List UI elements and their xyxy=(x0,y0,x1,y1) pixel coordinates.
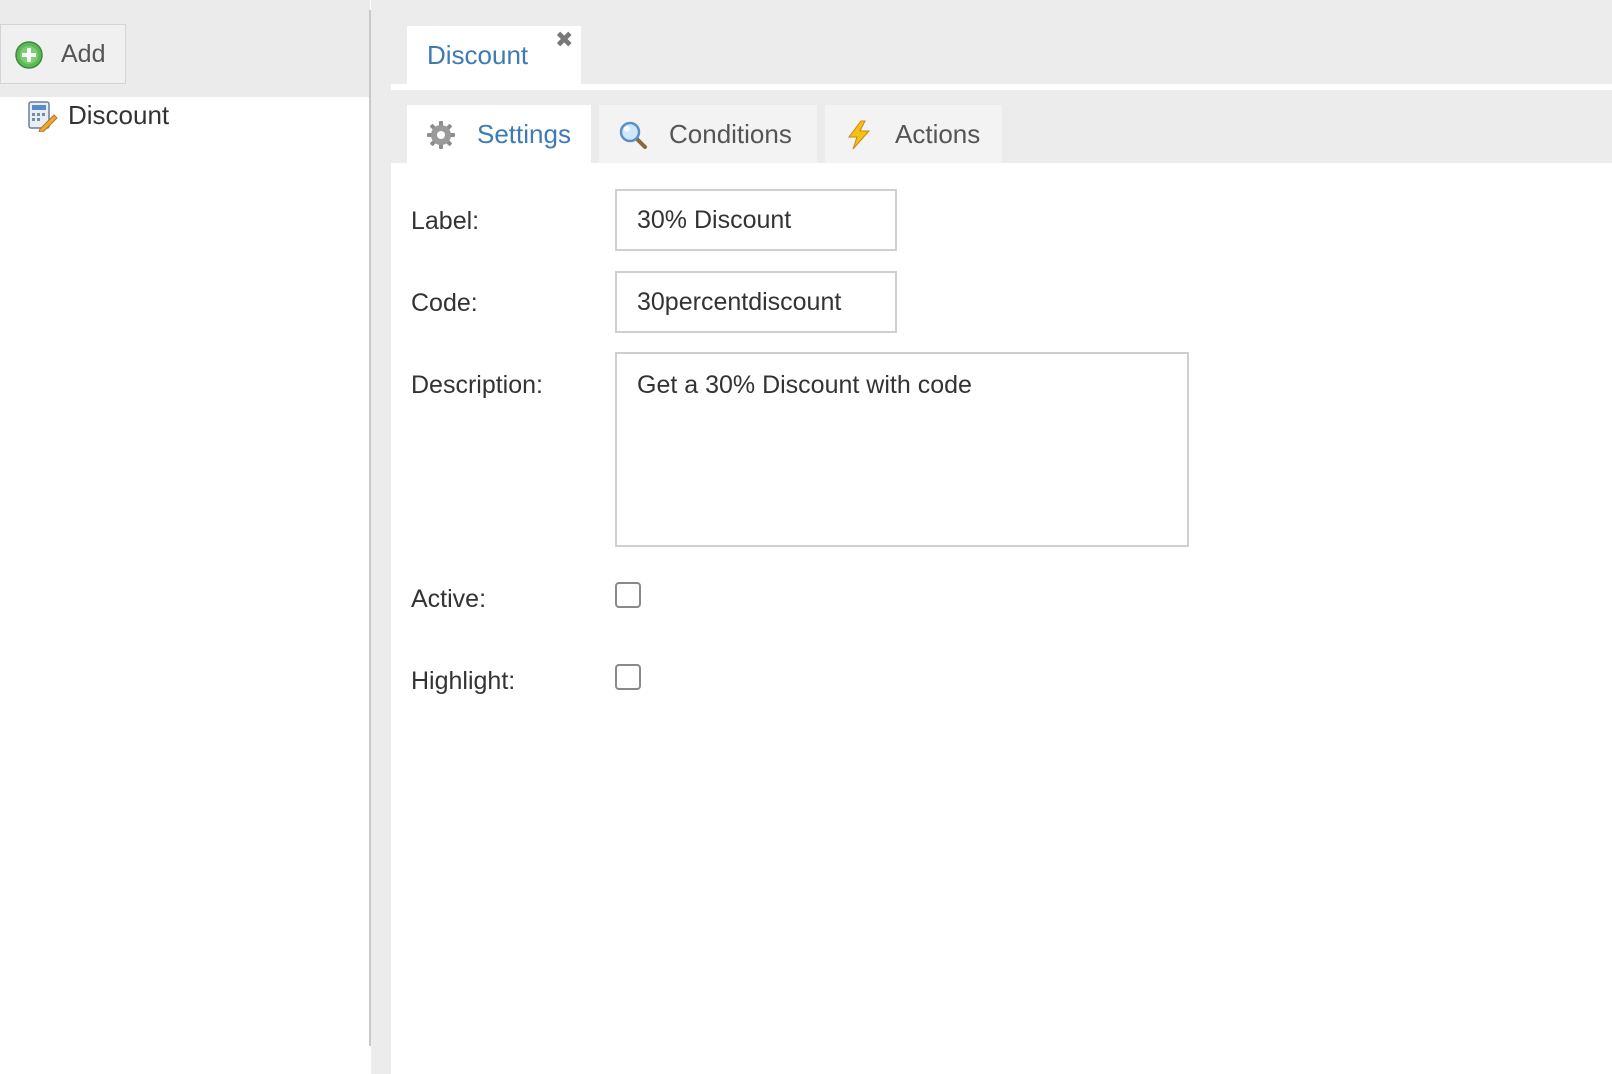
tab-conditions[interactable]: Conditions xyxy=(599,105,817,163)
lightning-icon xyxy=(848,120,871,150)
tab-settings[interactable]: Settings xyxy=(407,105,591,163)
splitter-gutter xyxy=(371,0,391,1074)
description-textarea[interactable]: Get a 30% Discount with code xyxy=(615,352,1189,547)
magnifier-icon xyxy=(619,121,647,149)
tab-actions-label: Actions xyxy=(895,119,981,149)
left-panel: Add Discount xyxy=(0,0,370,1074)
highlight-field-label: Highlight: xyxy=(411,667,516,695)
code-field-label: Code: xyxy=(411,289,478,317)
description-field-label: Description: xyxy=(411,371,543,399)
tree-item-discount[interactable]: Discount xyxy=(24,98,354,134)
close-icon[interactable]: ✖ xyxy=(555,28,573,52)
code-input[interactable] xyxy=(615,271,897,333)
tab-conditions-label: Conditions xyxy=(669,119,792,149)
settings-form xyxy=(391,163,1612,1074)
active-checkbox[interactable] xyxy=(615,582,641,608)
gear-icon xyxy=(427,121,455,149)
document-tab-label: Discount xyxy=(427,40,529,70)
add-button[interactable]: Add xyxy=(0,24,126,84)
add-circle-icon xyxy=(15,41,43,69)
label-input[interactable] xyxy=(615,189,897,251)
add-button-label: Add xyxy=(61,40,106,68)
discount-calculator-icon xyxy=(28,101,58,132)
tab-actions[interactable]: Actions xyxy=(825,105,1002,163)
tree-item-label: Discount xyxy=(68,100,170,130)
tab-settings-label: Settings xyxy=(477,119,571,149)
left-toolbar: Add xyxy=(0,0,370,97)
document-tab-discount[interactable]: Discount ✖ xyxy=(407,26,581,86)
highlight-checkbox[interactable] xyxy=(615,664,641,690)
active-field-label: Active: xyxy=(411,585,487,613)
label-field-label: Label: xyxy=(411,207,480,235)
